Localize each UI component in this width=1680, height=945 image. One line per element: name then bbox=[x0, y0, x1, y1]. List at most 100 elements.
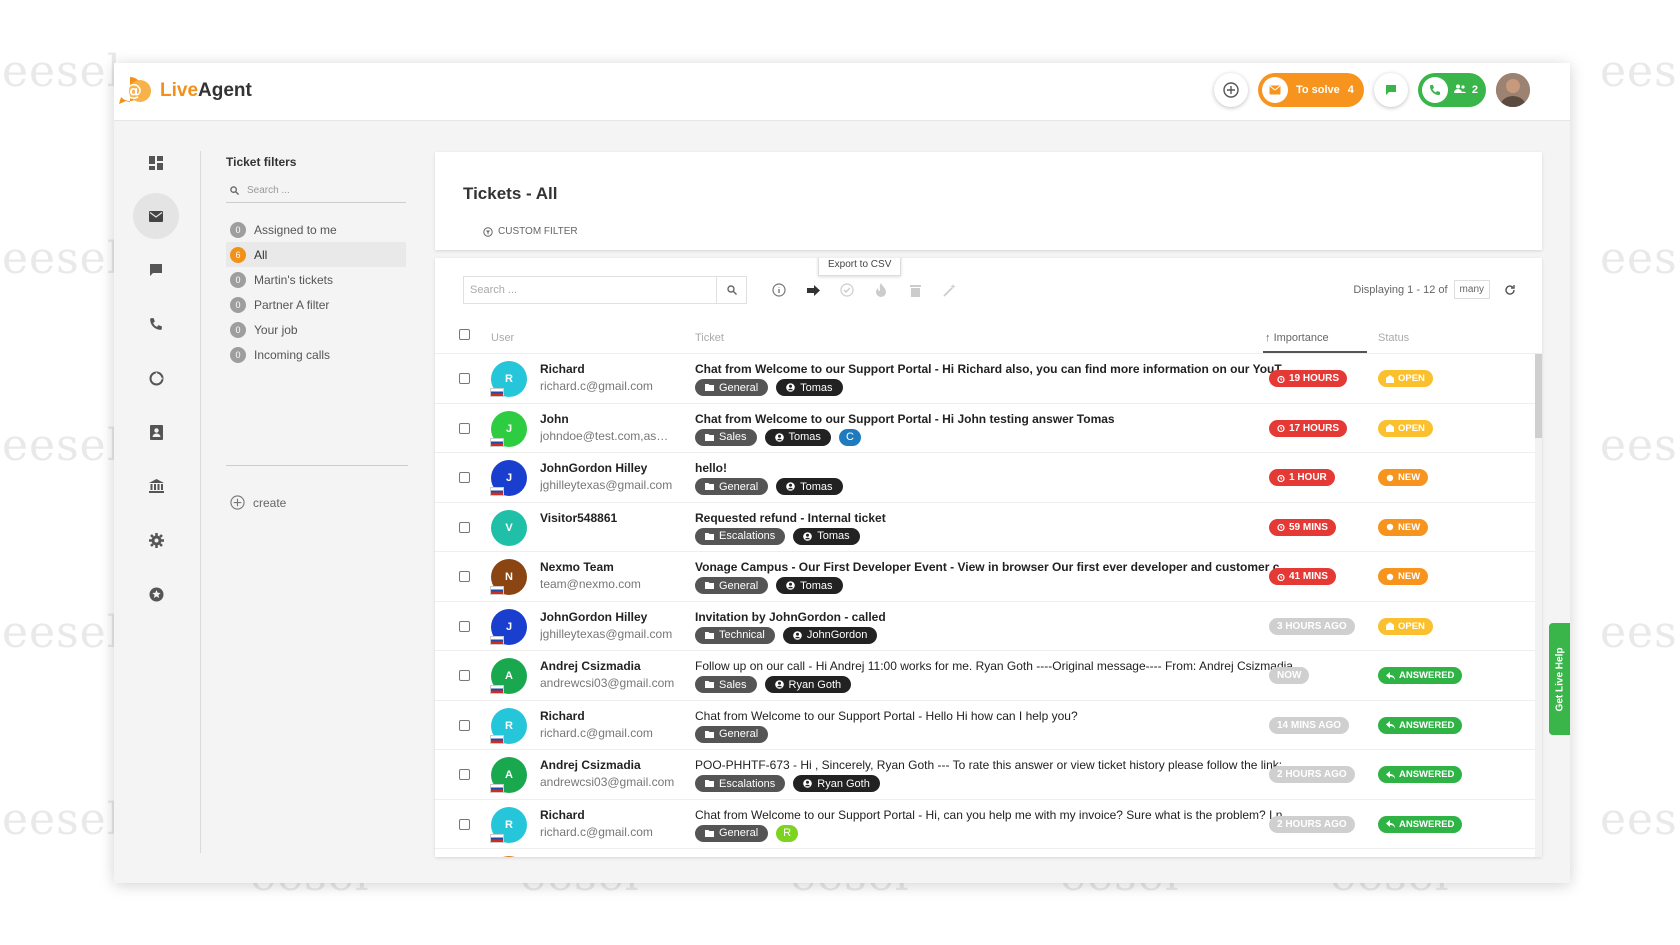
merge-button[interactable] bbox=[941, 282, 957, 298]
filter-item-incoming-calls[interactable]: 0 Incoming calls bbox=[226, 342, 406, 367]
department-tag[interactable]: Escalations bbox=[695, 775, 786, 792]
column-header-importance[interactable]: ↑ Importance bbox=[1265, 332, 1329, 344]
nav-reports[interactable] bbox=[133, 355, 179, 401]
ticket-subject[interactable]: Chat from Welcome to our Support Portal … bbox=[695, 412, 1295, 426]
department-tag[interactable]: Sales bbox=[695, 676, 757, 693]
custom-filter-button[interactable]: CUSTOM FILTER bbox=[483, 226, 578, 237]
row-checkbox[interactable] bbox=[459, 422, 470, 434]
ticket-subject[interactable]: Vonage Campus - Our First Developer Even… bbox=[695, 560, 1295, 574]
info-button[interactable] bbox=[771, 282, 787, 298]
table-row[interactable]: J JohnGordon Hilley jghilleytexas@gmail.co… bbox=[435, 453, 1535, 503]
nav-contacts[interactable] bbox=[133, 409, 179, 455]
ticket-subject[interactable]: Chat from Welcome to our Support Portal … bbox=[695, 808, 1295, 822]
department-tag[interactable]: Sales bbox=[695, 428, 757, 446]
row-checkbox[interactable] bbox=[459, 670, 470, 681]
create-filter-button[interactable]: create bbox=[230, 495, 286, 510]
department-tag[interactable]: General bbox=[695, 725, 769, 743]
column-header-ticket[interactable]: Ticket bbox=[695, 332, 724, 344]
agent-tag[interactable]: Ryan Goth bbox=[764, 676, 852, 693]
add-button[interactable] bbox=[1213, 73, 1248, 107]
department-tag[interactable]: General bbox=[695, 577, 769, 594]
nav-tickets[interactable] bbox=[133, 193, 179, 239]
agent-tag[interactable]: Ryan Goth bbox=[793, 775, 880, 792]
export-csv-button[interactable] bbox=[805, 282, 821, 298]
department-tag[interactable]: Escalations bbox=[695, 527, 786, 545]
resolve-button[interactable] bbox=[839, 282, 855, 298]
user-name[interactable]: Visitor548861 bbox=[540, 511, 680, 525]
row-checkbox[interactable] bbox=[459, 620, 470, 632]
nav-chats[interactable] bbox=[133, 247, 179, 293]
agent-tag[interactable]: Tomas bbox=[793, 527, 860, 545]
extra-agent-tag[interactable]: C bbox=[838, 428, 861, 446]
user-name[interactable]: Richard bbox=[540, 808, 680, 822]
filter-item-martins-tickets[interactable]: 0 Martin's tickets bbox=[226, 267, 406, 292]
extra-agent-tag[interactable]: R bbox=[776, 824, 799, 842]
nav-plugins[interactable] bbox=[133, 571, 179, 617]
ticket-subject[interactable]: hello! bbox=[695, 461, 1295, 475]
agent-tag[interactable]: Tomas bbox=[764, 428, 831, 446]
department-tag[interactable]: General bbox=[695, 478, 769, 495]
filter-search-input[interactable]: Search ... bbox=[226, 179, 406, 203]
spam-button[interactable] bbox=[873, 282, 889, 298]
chat-button[interactable] bbox=[1373, 73, 1408, 107]
department-tag[interactable]: General bbox=[695, 824, 769, 842]
nav-knowledgebase[interactable] bbox=[133, 463, 179, 509]
user-name[interactable]: Andrej Csizmadia bbox=[540, 659, 680, 673]
row-checkbox[interactable] bbox=[459, 571, 470, 582]
nav-settings[interactable] bbox=[133, 517, 179, 563]
agent-tag[interactable]: Tomas bbox=[776, 577, 843, 594]
row-checkbox[interactable] bbox=[459, 769, 470, 780]
user-name[interactable]: JohnGordon Hilley bbox=[540, 461, 680, 475]
refresh-icon[interactable] bbox=[1504, 284, 1516, 296]
ticket-subject[interactable]: Follow up on our call - Hi Andrej 11:00 … bbox=[695, 659, 1295, 673]
nav-dashboard[interactable] bbox=[133, 140, 179, 186]
total-count-select[interactable]: many bbox=[1453, 280, 1490, 299]
table-row[interactable]: JJohnjohndoe@test.com,as@test.comChat fr… bbox=[435, 404, 1535, 453]
select-all-checkbox[interactable] bbox=[459, 329, 470, 340]
table-row[interactable]: N Nexmo Team team@nexmo.com Vonage Campus -… bbox=[435, 552, 1535, 602]
ticket-subject[interactable]: Invitation by JohnGordon - called bbox=[695, 610, 1295, 624]
table-row[interactable]: J JohnGordon Hilley jghilleytexas@gmail.co… bbox=[435, 602, 1535, 651]
calls-button[interactable]: 2 bbox=[1417, 73, 1486, 107]
delete-button[interactable] bbox=[907, 282, 923, 298]
department-tag[interactable]: Technical bbox=[695, 626, 775, 644]
user-name[interactable]: Richard bbox=[540, 709, 680, 723]
filter-item-all[interactable]: 6 All bbox=[226, 242, 406, 267]
ticket-search-button[interactable] bbox=[717, 276, 747, 304]
agent-tag[interactable]: Tomas bbox=[776, 478, 843, 495]
row-checkbox[interactable] bbox=[459, 521, 470, 533]
user-name[interactable]: Andrej Csizmadia bbox=[540, 758, 680, 772]
table-row[interactable]: V Visitor548861 Requested refund - Interna… bbox=[435, 503, 1535, 552]
user-avatar[interactable] bbox=[1496, 73, 1530, 107]
table-row[interactable]: R Richard richard.c@gmail.com Chat from Wel… bbox=[435, 354, 1535, 404]
nav-calls[interactable] bbox=[133, 301, 179, 347]
table-row[interactable]: R Richard richard.c@gmail.com Chat from Wel… bbox=[435, 701, 1535, 750]
ticket-search-input[interactable]: Search ... bbox=[463, 276, 717, 304]
user-name[interactable]: Nexmo Team bbox=[540, 560, 680, 574]
ticket-subject[interactable]: Requested refund - Internal ticket bbox=[695, 511, 1295, 525]
row-checkbox[interactable] bbox=[459, 373, 470, 384]
filter-item-assigned-to-me[interactable]: 0 Assigned to me bbox=[226, 217, 406, 242]
ticket-subject[interactable]: Chat from Welcome to our Support Portal … bbox=[695, 362, 1295, 376]
agent-tag[interactable]: Tomas bbox=[776, 379, 843, 396]
ticket-subject[interactable]: POO-PHHTF-673 - Hi , Sincerely, Ryan Got… bbox=[695, 758, 1295, 772]
table-row[interactable]: R Richard richard.c@gmail.com Chat from Wel… bbox=[435, 800, 1535, 849]
user-name[interactable]: Richard bbox=[540, 362, 680, 376]
row-checkbox[interactable] bbox=[459, 719, 470, 731]
ticket-subject[interactable]: Chat from Welcome to our Support Portal … bbox=[695, 709, 1295, 723]
user-name[interactable]: John bbox=[540, 412, 680, 426]
table-row[interactable]: SStanCall from Stan bbox=[435, 849, 1535, 857]
column-header-user[interactable]: User bbox=[491, 332, 514, 344]
department-tag[interactable]: General bbox=[695, 379, 769, 396]
get-live-help-tab[interactable]: Get Live Help bbox=[1549, 623, 1570, 735]
table-row[interactable]: A Andrej Csizmadia andrewcsi03@gmail.com PO… bbox=[435, 750, 1535, 800]
filter-item-your-job[interactable]: 0 Your job bbox=[226, 317, 406, 342]
logo[interactable]: @ LiveAgent bbox=[118, 75, 252, 107]
agent-tag[interactable]: JohnGordon bbox=[782, 626, 878, 644]
row-checkbox[interactable] bbox=[459, 818, 470, 830]
filter-item-partner-a[interactable]: 0 Partner A filter bbox=[226, 292, 406, 317]
row-checkbox[interactable] bbox=[459, 472, 470, 483]
table-row[interactable]: A Andrej Csizmadia andrewcsi03@gmail.com Fo… bbox=[435, 651, 1535, 701]
user-name[interactable]: JohnGordon Hilley bbox=[540, 610, 680, 624]
scrollbar-thumb[interactable] bbox=[1535, 354, 1542, 438]
